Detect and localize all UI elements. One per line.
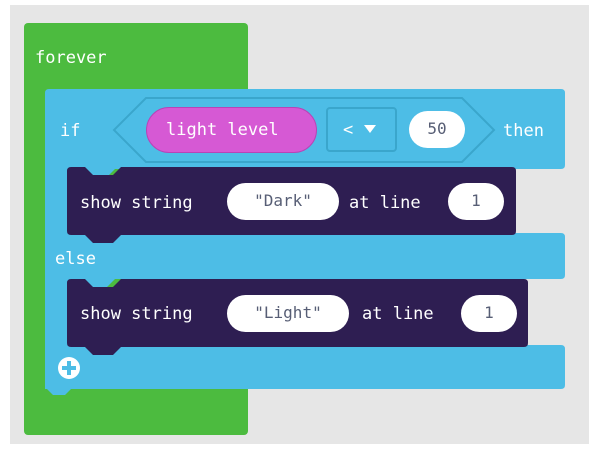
operator-dropdown[interactable] (326, 107, 397, 152)
dark-string-value: Dark (263, 191, 303, 210)
light-level-label: light level (166, 120, 279, 140)
if-label: if (60, 121, 81, 141)
dark-line-input[interactable]: 1 (448, 183, 504, 220)
light-open-quote: " (254, 303, 264, 322)
dark-close-quote: " (302, 191, 312, 210)
light-at-line-label: at line (362, 304, 434, 324)
forever-label: forever (35, 48, 107, 68)
light-line-input[interactable]: 1 (461, 295, 517, 332)
then-label: then (503, 121, 544, 141)
operator-value: < (343, 120, 354, 140)
plus-circle-icon[interactable] (57, 356, 81, 380)
else-label: else (55, 249, 96, 269)
light-close-quote: " (312, 303, 322, 322)
dark-open-quote: " (254, 191, 264, 210)
show-string-dark-label: show string (80, 193, 193, 213)
threshold-number-input[interactable]: 50 (409, 111, 465, 148)
light-string-input[interactable]: "Light" (227, 295, 349, 332)
dark-at-line-label: at line (349, 193, 421, 213)
dropdown-arrow-icon (364, 125, 376, 133)
light-string-value: Light (263, 303, 313, 322)
show-string-light-label: show string (80, 304, 193, 324)
dark-string-input[interactable]: "Dark" (227, 183, 339, 220)
